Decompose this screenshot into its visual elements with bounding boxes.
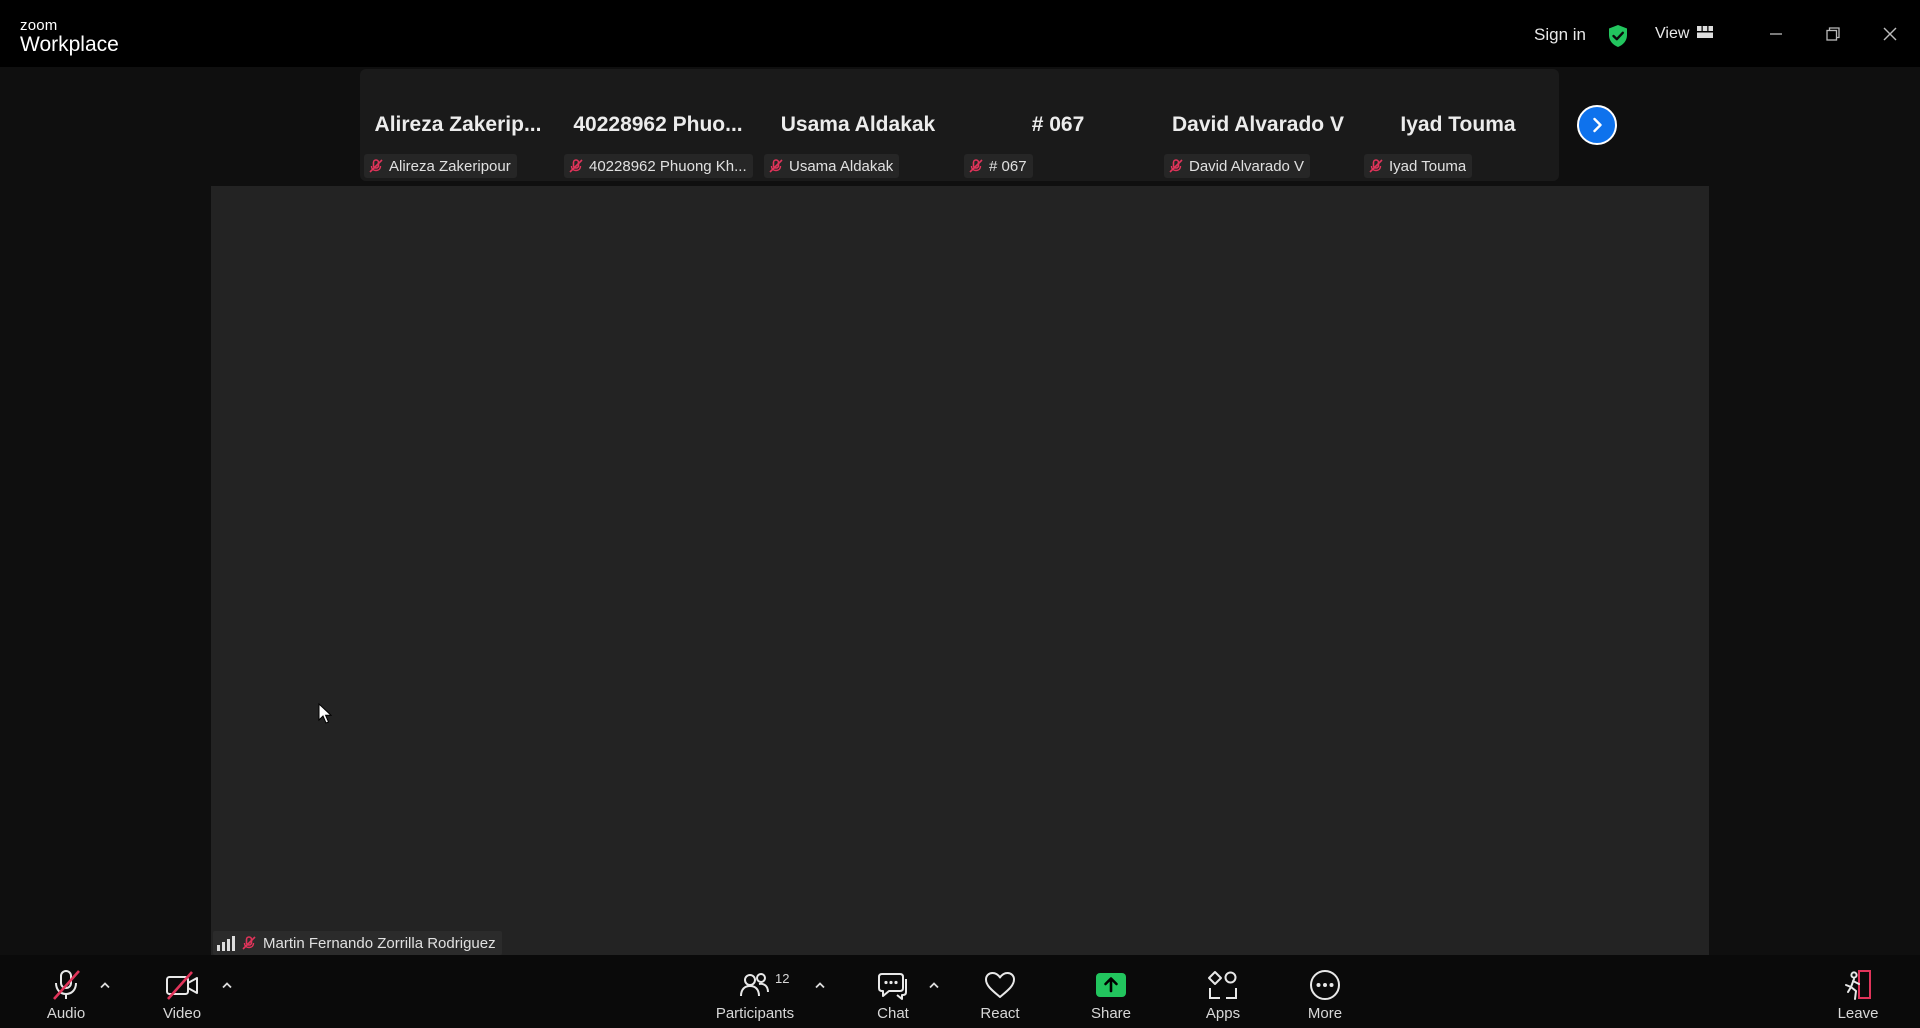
thumbnail-name-tag: David Alvarado V bbox=[1164, 154, 1311, 178]
muted-mic-icon bbox=[1169, 159, 1183, 173]
muted-mic-icon bbox=[369, 159, 383, 173]
thumbnail-name-tag: Iyad Touma bbox=[1364, 154, 1473, 178]
audio-options-chevron-icon[interactable] bbox=[97, 977, 113, 993]
next-page-button[interactable] bbox=[1577, 105, 1617, 145]
meeting-toolbar: Audio Video 12 Participants Chat React S… bbox=[0, 955, 1920, 1028]
signal-strength-icon bbox=[217, 936, 235, 951]
participant-thumbnail[interactable]: Usama Aldakak Usama Aldakak bbox=[760, 69, 956, 181]
thumbnail-name: Alireza Zakeripour bbox=[389, 157, 511, 175]
view-button[interactable]: View bbox=[1655, 25, 1714, 43]
apps-label: Apps bbox=[1205, 1005, 1241, 1022]
leave-label: Leave bbox=[1837, 1005, 1879, 1022]
restore-icon[interactable] bbox=[1819, 20, 1847, 48]
thumbnail-display-name: 40228962 Phuo... bbox=[573, 113, 743, 136]
muted-mic-icon bbox=[242, 936, 256, 950]
more-label: More bbox=[1307, 1005, 1343, 1022]
chat-icon bbox=[878, 973, 907, 1000]
leave-icon bbox=[1845, 970, 1871, 1000]
thumbnail-name-tag: Alireza Zakeripour bbox=[364, 154, 517, 178]
view-label: View bbox=[1655, 25, 1690, 42]
thumbnail-name: Usama Aldakak bbox=[789, 157, 894, 175]
participant-thumbnail[interactable]: 40228962 Phuo... 40228962 Phuong Kh... bbox=[560, 69, 756, 181]
apps-button[interactable]: Apps bbox=[1178, 969, 1268, 1022]
video-label: Video bbox=[162, 1005, 202, 1022]
share-button[interactable]: Share bbox=[1066, 969, 1156, 1022]
heart-icon bbox=[985, 972, 1015, 998]
speaker-name-tag: Martin Fernando Zorrilla Rodriguez bbox=[213, 931, 502, 955]
participants-count: 12 bbox=[775, 971, 790, 986]
thumbnail-name-tag: # 067 bbox=[964, 154, 1033, 178]
thumbnail-display-name: David Alvarado V bbox=[1172, 113, 1344, 136]
active-speaker-video[interactable]: Martin Fernando Zorrilla Rodriguez bbox=[211, 186, 1709, 955]
muted-mic-icon bbox=[1369, 159, 1383, 173]
chevron-right-icon bbox=[1593, 117, 1602, 133]
chat-options-chevron-icon[interactable] bbox=[926, 977, 942, 993]
participants-icon bbox=[740, 973, 769, 997]
react-label: React bbox=[980, 1005, 1020, 1022]
thumbnail-name: # 067 bbox=[989, 157, 1027, 175]
participant-thumbnail[interactable]: David Alvarado V David Alvarado V bbox=[1160, 69, 1356, 181]
thumbnail-display-name: Usama Aldakak bbox=[780, 113, 936, 136]
thumbnail-display-name: Iyad Touma bbox=[1400, 113, 1516, 136]
apps-icon bbox=[1208, 971, 1237, 999]
share-screen-icon bbox=[1096, 973, 1126, 997]
thumbnail-name: 40228962 Phuong Kh... bbox=[589, 157, 747, 175]
chat-label: Chat bbox=[877, 1005, 909, 1022]
leave-button[interactable]: Leave bbox=[1813, 969, 1903, 1022]
sign-in-link[interactable]: Sign in bbox=[1534, 25, 1586, 45]
thumbnail-name-tag: Usama Aldakak bbox=[764, 154, 900, 178]
share-label: Share bbox=[1090, 1005, 1132, 1022]
participant-thumbnail[interactable]: # 067 # 067 bbox=[960, 69, 1156, 181]
mic-muted-icon bbox=[53, 970, 80, 1000]
speaker-name: Martin Fernando Zorrilla Rodriguez bbox=[263, 934, 496, 952]
more-icon bbox=[1310, 970, 1340, 1000]
audio-label: Audio bbox=[46, 1005, 86, 1022]
minimize-icon[interactable] bbox=[1762, 20, 1790, 48]
logo-small-text: zoom bbox=[20, 17, 58, 34]
participant-thumbnail[interactable]: Iyad Touma Iyad Touma bbox=[1360, 69, 1556, 181]
zoom-workplace-logo: zoom Workplace bbox=[20, 18, 119, 55]
logo-big-text: Workplace bbox=[20, 33, 119, 56]
participants-button[interactable]: 12 Participants bbox=[710, 969, 800, 1022]
security-shield-icon[interactable] bbox=[1607, 24, 1629, 53]
video-button[interactable]: Video bbox=[137, 969, 227, 1022]
grid-view-icon bbox=[1697, 25, 1714, 43]
muted-mic-icon bbox=[569, 159, 583, 173]
thumbnail-name: David Alvarado V bbox=[1189, 157, 1305, 175]
close-icon[interactable] bbox=[1876, 20, 1904, 48]
participants-label: Participants bbox=[715, 1005, 795, 1022]
thumbnail-name-tag: 40228962 Phuong Kh... bbox=[564, 154, 753, 178]
participants-options-chevron-icon[interactable] bbox=[812, 977, 828, 993]
thumbnail-display-name: Alireza Zakerip... bbox=[374, 113, 542, 136]
mouse-pointer-icon bbox=[318, 702, 333, 730]
react-button[interactable]: React bbox=[955, 969, 1045, 1022]
thumbnail-display-name: # 067 bbox=[1031, 113, 1085, 136]
participant-thumbnail-strip: Alireza Zakerip... Alireza Zakeripour 40… bbox=[360, 69, 1559, 181]
thumbnail-name: Iyad Touma bbox=[1389, 157, 1467, 175]
participant-thumbnail[interactable]: Alireza Zakerip... Alireza Zakeripour bbox=[360, 69, 556, 181]
chat-button[interactable]: Chat bbox=[848, 969, 938, 1022]
muted-mic-icon bbox=[969, 159, 983, 173]
more-button[interactable]: More bbox=[1280, 969, 1370, 1022]
title-bar: zoom Workplace Sign in View bbox=[0, 0, 1920, 67]
video-muted-icon bbox=[166, 971, 198, 1000]
muted-mic-icon bbox=[769, 159, 783, 173]
video-options-chevron-icon[interactable] bbox=[219, 977, 235, 993]
